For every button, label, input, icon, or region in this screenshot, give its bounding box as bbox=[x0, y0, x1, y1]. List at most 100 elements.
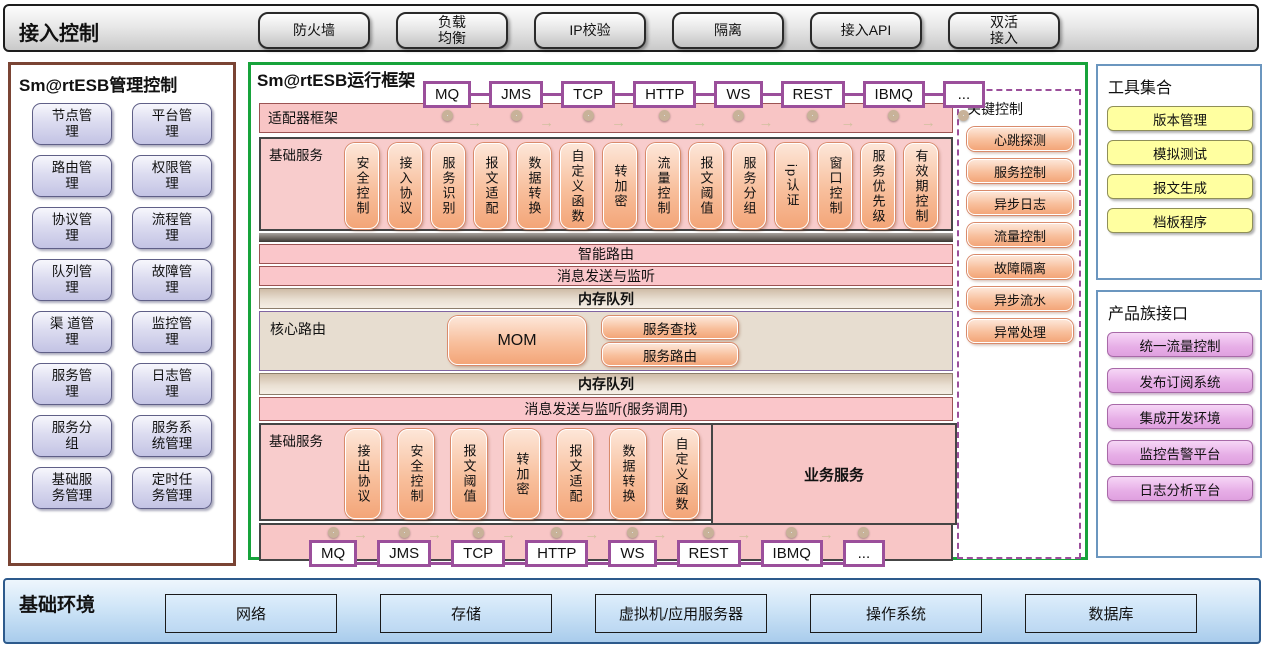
key-control-button[interactable]: 心跳探测 bbox=[967, 127, 1073, 151]
foundation-button[interactable]: 虚拟机/应用服务器 bbox=[595, 594, 767, 633]
protocol-slot: IBMQ bbox=[863, 81, 925, 123]
management-button[interactable]: 定时任 务管理 bbox=[132, 467, 212, 509]
core-routing-area: 核心路由 MOM 服务查找 服务路由 bbox=[259, 311, 953, 371]
management-button[interactable]: 路由管 理 bbox=[32, 155, 112, 197]
mom-box[interactable]: MOM bbox=[448, 316, 586, 365]
key-control-button[interactable]: 服务控制 bbox=[967, 159, 1073, 183]
product-family-button[interactable]: 发布订阅系统 bbox=[1107, 368, 1253, 393]
protocol-box[interactable]: MQ bbox=[423, 81, 471, 108]
protocol-box[interactable]: WS bbox=[714, 81, 762, 108]
protocol-box[interactable]: IBMQ bbox=[761, 540, 823, 567]
protocol-box[interactable]: REST bbox=[781, 81, 845, 108]
base-services-outbound-label: 基础服务 bbox=[269, 430, 323, 450]
smart-routing-band: 智能路由 bbox=[259, 244, 953, 264]
protocol-slot: HTTP bbox=[633, 81, 696, 123]
protocol-slot: TCP bbox=[561, 81, 615, 123]
service-capability-box[interactable]: ip认证 bbox=[775, 143, 809, 229]
foundation-button[interactable]: 网络 bbox=[165, 594, 337, 633]
protocol-box[interactable]: WS bbox=[608, 540, 656, 567]
management-button[interactable]: 基础服 务管理 bbox=[32, 467, 112, 509]
management-button[interactable]: 协议管 理 bbox=[32, 207, 112, 249]
base-services-inbound-label: 基础服务 bbox=[269, 144, 323, 164]
access-control-button[interactable]: IP校验 bbox=[534, 12, 646, 49]
service-capability-box[interactable]: 转加密 bbox=[603, 143, 637, 229]
service-capability-box[interactable]: 安全控制 bbox=[398, 429, 434, 519]
management-button[interactable]: 故障管 理 bbox=[132, 259, 212, 301]
management-button[interactable]: 监控管 理 bbox=[132, 311, 212, 353]
management-button[interactable]: 渠 道管 理 bbox=[32, 311, 112, 353]
access-control-button[interactable]: 双活 接入 bbox=[948, 12, 1060, 49]
connector-node-icon bbox=[627, 527, 638, 538]
connector-node-icon bbox=[583, 110, 594, 121]
service-capability-box[interactable]: 自定义函数 bbox=[560, 143, 594, 229]
protocol-slot: WS bbox=[714, 81, 762, 123]
product-family-button[interactable]: 集成开发环境 bbox=[1107, 404, 1253, 429]
protocol-box[interactable]: TCP bbox=[451, 540, 505, 567]
service-capability-box[interactable]: 数据转换 bbox=[517, 143, 551, 229]
tool-button[interactable]: 模拟测试 bbox=[1107, 140, 1253, 165]
management-button[interactable]: 队列管 理 bbox=[32, 259, 112, 301]
foundation-button[interactable]: 存储 bbox=[380, 594, 552, 633]
key-control-button[interactable]: 异步日志 bbox=[967, 191, 1073, 215]
key-control-button[interactable]: 异常处理 bbox=[967, 319, 1073, 343]
service-capability-box[interactable]: 报文阈值 bbox=[451, 429, 487, 519]
management-button[interactable]: 日志管 理 bbox=[132, 363, 212, 405]
tool-button[interactable]: 档板程序 bbox=[1107, 208, 1253, 233]
tool-button[interactable]: 版本管理 bbox=[1107, 106, 1253, 131]
key-control-button[interactable]: 异步流水 bbox=[967, 287, 1073, 311]
service-capability-box[interactable]: 服务识别 bbox=[431, 143, 465, 229]
service-capability-box[interactable]: 安全控制 bbox=[345, 143, 379, 229]
access-control-button[interactable]: 接入API bbox=[810, 12, 922, 49]
protocol-box[interactable]: HTTP bbox=[633, 81, 696, 108]
foundation-buttons: 网络 存储 虚拟机/应用服务器 操作系统 数据库 bbox=[165, 594, 1197, 633]
key-control-button[interactable]: 流量控制 bbox=[967, 223, 1073, 247]
access-control-bar: 接入控制 防火墙负载 均衡IP校验隔离接入API双活 接入 bbox=[3, 4, 1259, 52]
protocol-slot: MQ bbox=[309, 525, 357, 567]
protocol-slot: JMS bbox=[489, 81, 543, 123]
service-capability-box[interactable]: 自定义函数 bbox=[663, 429, 699, 519]
protocol-box[interactable]: REST bbox=[677, 540, 741, 567]
service-capability-box[interactable]: 数据转换 bbox=[610, 429, 646, 519]
protocol-slot: REST bbox=[781, 81, 845, 123]
service-capability-box[interactable]: 报文适配 bbox=[557, 429, 593, 519]
access-control-button[interactable]: 负载 均衡 bbox=[396, 12, 508, 49]
access-control-button[interactable]: 防火墙 bbox=[258, 12, 370, 49]
tool-button[interactable]: 报文生成 bbox=[1107, 174, 1253, 199]
management-button[interactable]: 服务管 理 bbox=[32, 363, 112, 405]
foundation-button[interactable]: 操作系统 bbox=[810, 594, 982, 633]
protocol-box[interactable]: IBMQ bbox=[863, 81, 925, 108]
service-capability-box[interactable]: 报文阈值 bbox=[689, 143, 723, 229]
management-button[interactable]: 服务系 统管理 bbox=[132, 415, 212, 457]
management-button[interactable]: 平台管 理 bbox=[132, 103, 212, 145]
product-family-button[interactable]: 监控告警平台 bbox=[1107, 440, 1253, 465]
protocol-box[interactable]: TCP bbox=[561, 81, 615, 108]
management-button[interactable]: 服务分 组 bbox=[32, 415, 112, 457]
service-capability-box[interactable]: 服务优先级 bbox=[861, 143, 895, 229]
service-capability-box[interactable]: 流量控制 bbox=[646, 143, 680, 229]
service-capability-box[interactable]: 服务分组 bbox=[732, 143, 766, 229]
management-button[interactable]: 流程管 理 bbox=[132, 207, 212, 249]
protocol-box[interactable]: JMS bbox=[377, 540, 431, 567]
key-control-button[interactable]: 故障隔离 bbox=[967, 255, 1073, 279]
service-capability-box[interactable]: 窗口控制 bbox=[818, 143, 852, 229]
esb-runtime-title: Sm@rtESB运行框架 bbox=[257, 66, 415, 91]
management-button[interactable]: 权限管 理 bbox=[132, 155, 212, 197]
protocol-box[interactable]: JMS bbox=[489, 81, 543, 108]
protocol-box[interactable]: HTTP bbox=[525, 540, 588, 567]
management-button[interactable]: 节点管 理 bbox=[32, 103, 112, 145]
service-capability-box[interactable]: 接出协议 bbox=[345, 429, 381, 519]
service-capability-box[interactable]: 转加密 bbox=[504, 429, 540, 519]
connector-node-icon bbox=[328, 527, 339, 538]
product-family-button[interactable]: 日志分析平台 bbox=[1107, 476, 1253, 501]
protocol-box[interactable]: MQ bbox=[309, 540, 357, 567]
service-capability-box[interactable]: 接入协议 bbox=[388, 143, 422, 229]
product-family-button[interactable]: 统一流量控制 bbox=[1107, 332, 1253, 357]
service-capability-box[interactable]: 报文适配 bbox=[474, 143, 508, 229]
protocol-box[interactable]: ... bbox=[943, 81, 985, 108]
foundation-button[interactable]: 数据库 bbox=[1025, 594, 1197, 633]
service-lookup-button[interactable]: 服务查找 bbox=[602, 316, 738, 339]
service-capability-box[interactable]: 有效期控制 bbox=[904, 143, 938, 229]
protocol-box[interactable]: ... bbox=[843, 540, 885, 567]
service-route-button[interactable]: 服务路由 bbox=[602, 343, 738, 366]
access-control-button[interactable]: 隔离 bbox=[672, 12, 784, 49]
